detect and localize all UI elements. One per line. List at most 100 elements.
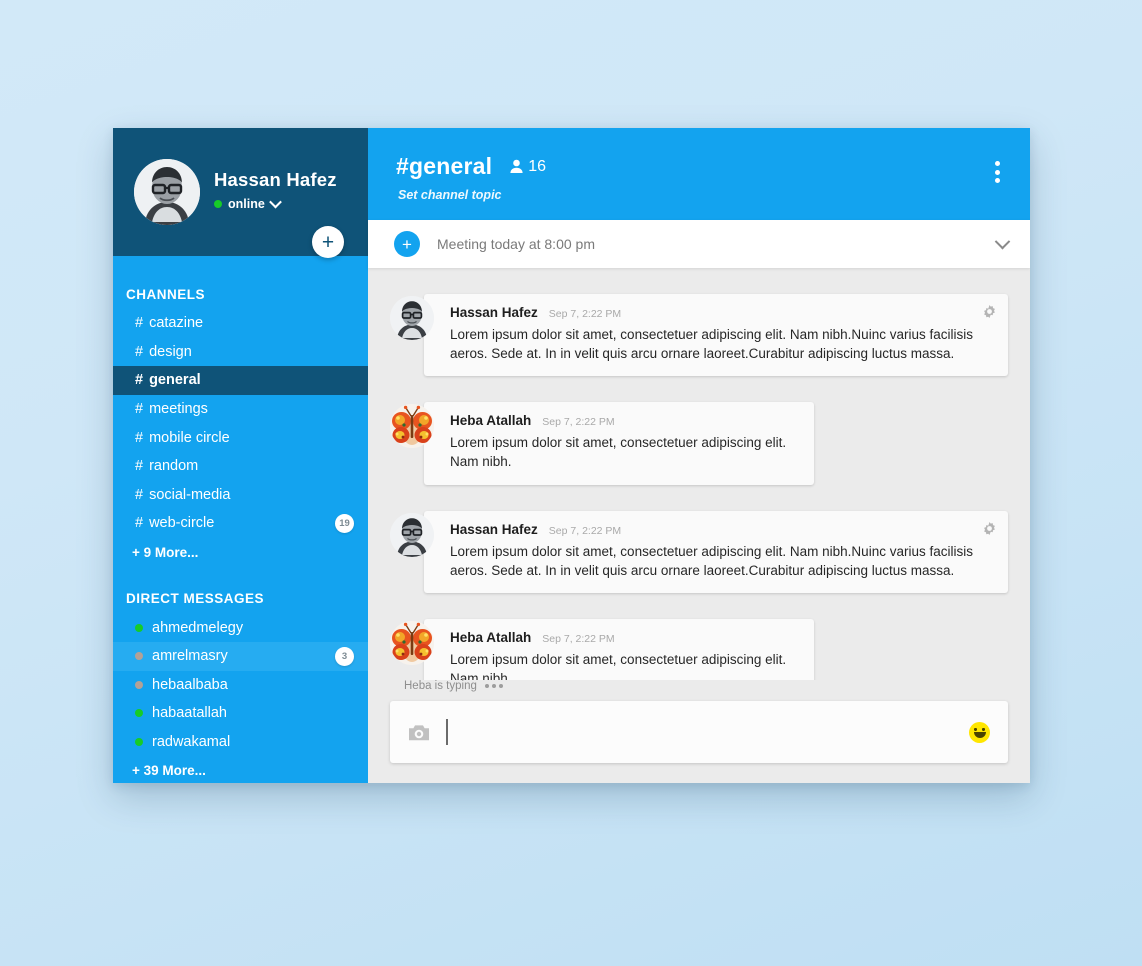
message-author: Heba Atallah <box>450 629 532 645</box>
message-author: Hassan Hafez <box>450 521 538 537</box>
message-header: Hassan Hafez Sep 7, 2:22 PM <box>450 305 992 320</box>
message-author: Hassan Hafez <box>450 305 538 320</box>
sidebar-item-label: random <box>149 458 199 475</box>
sidebar-item-meetings[interactable]: # meetings <box>113 395 368 424</box>
chevron-down-icon[interactable] <box>994 233 1011 249</box>
avatar <box>134 159 200 225</box>
presence-dot-icon <box>135 738 143 747</box>
avatar <box>390 512 434 557</box>
menu-dot <box>994 169 1000 175</box>
hash-icon: # <box>135 429 144 446</box>
hash-icon: # <box>135 315 144 332</box>
profile-text: Hassan Hafez online <box>214 169 337 214</box>
chevron-down-icon[interactable] <box>268 195 282 209</box>
message-bubble[interactable]: Hassan Hafez Sep 7, 2:22 PM Lorem ipsum do… <box>424 294 1008 377</box>
profile-status[interactable]: online <box>214 195 337 211</box>
presence-dot-icon <box>135 623 143 632</box>
message-timestamp: Sep 7, 2:22 PM <box>548 308 622 320</box>
message-bubble[interactable]: Heba Atallah Sep 7, 2:22 PM Lorem ipsum do… <box>424 402 814 485</box>
message-bubble[interactable]: Hassan Hafez Sep 7, 2:22 PM Lorem ipsum do… <box>424 510 1008 593</box>
profile-name: Hassan Hafez <box>214 169 337 191</box>
sidebar-item-radwakamal[interactable]: radwakamal <box>113 728 368 757</box>
message-header: Heba Atallah Sep 7, 2:22 PM <box>450 413 798 428</box>
message-item: Hassan Hafez Sep 7, 2:22 PM Lorem ipsum do… <box>390 510 1008 593</box>
message-timestamp: Sep 7, 2:22 PM <box>542 632 615 645</box>
more-vertical-icon[interactable] <box>986 159 1008 185</box>
member-count: 16 <box>528 157 547 175</box>
message-text: Lorem ipsum dolor sit amet, consectetuer… <box>450 543 973 578</box>
status-label: online <box>228 196 265 211</box>
message-item: Heba Atallah Sep 7, 2:22 PM Lorem ipsum do… <box>390 618 1008 680</box>
channel-header: #general 16 Set channel topic <box>368 128 1030 220</box>
unread-badge: 19 <box>335 513 354 533</box>
sidebar-item-label: design <box>149 343 192 360</box>
gear-icon[interactable] <box>983 521 996 535</box>
hash-icon: # <box>135 515 144 532</box>
sidebar-item-random[interactable]: # random <box>113 452 368 481</box>
presence-dot-icon <box>135 652 143 661</box>
sidebar-item-label: general <box>149 372 201 389</box>
channel-title-row: #general 16 <box>396 153 1010 180</box>
message-header: Hassan Hafez Sep 7, 2:22 PM <box>450 522 992 537</box>
sidebar-item-label: radwakamal <box>152 734 231 751</box>
message-text: Lorem ipsum dolor sit amet, consectetuer… <box>450 435 787 470</box>
menu-dot <box>994 161 1000 166</box>
gear-icon[interactable] <box>983 305 996 318</box>
sidebar-item-label: mobile circle <box>149 429 230 446</box>
main-panel: #general 16 Set channel topic + Meeting … <box>368 128 1030 783</box>
presence-dot-icon <box>135 680 143 689</box>
avatar <box>390 620 434 665</box>
typing-text: Heba is typing <box>404 680 477 692</box>
avatar <box>390 404 434 449</box>
message-author: Heba Atallah <box>450 413 532 429</box>
camera-icon[interactable] <box>408 723 430 742</box>
pinned-message-bar: + Meeting today at 8:00 pm <box>368 220 1030 268</box>
message-text: Lorem ipsum dolor sit amet, consectetuer… <box>450 651 787 680</box>
typing-dots-icon <box>484 684 503 688</box>
smiley-face-icon[interactable] <box>969 721 990 743</box>
sidebar-item-label: hebaalbaba <box>152 676 228 693</box>
presence-dot-icon <box>135 709 143 718</box>
unread-badge: 3 <box>335 646 354 666</box>
sidebar-item-social-media[interactable]: # social-media <box>113 481 368 510</box>
message-text: Lorem ipsum dolor sit amet, consectetuer… <box>450 327 973 362</box>
page-title: #general <box>396 153 493 179</box>
sidebar-item-catazine[interactable]: # catazine <box>113 309 368 338</box>
sidebar-item-ahmedmelegy[interactable]: ahmedmelegy <box>113 613 368 642</box>
hash-icon: # <box>135 343 144 360</box>
text-caret <box>446 719 448 745</box>
pinned-message-text: Meeting today at 8:00 pm <box>437 236 595 252</box>
add-button[interactable]: + <box>312 226 344 258</box>
sidebar-item-label: habaatallah <box>152 705 227 722</box>
sidebar-item-habaatallah[interactable]: habaatallah <box>113 699 368 728</box>
message-bubble[interactable]: Heba Atallah Sep 7, 2:22 PM Lorem ipsum do… <box>424 618 814 680</box>
message-input[interactable] <box>446 719 969 745</box>
dms-more-link[interactable]: + 39 More... <box>113 756 368 783</box>
person-icon <box>510 159 523 173</box>
direct-messages-list: ahmedmelegy amrelmasry 3 hebaalbaba habaatal… <box>113 613 368 756</box>
sidebar-item-mobile-circle[interactable]: # mobile circle <box>113 423 368 452</box>
sidebar-item-web-circle[interactable]: # web-circle 19 <box>113 509 368 538</box>
chat-app-window: Hassan Hafez online + CHANNELS # catazine… <box>113 128 1030 783</box>
message-list[interactable]: Hassan Hafez Sep 7, 2:22 PM Lorem ipsum do… <box>368 268 1030 680</box>
avatar <box>390 296 434 340</box>
channels-list: # catazine # design # general # meetings # mobile… <box>113 309 368 538</box>
message-composer[interactable] <box>390 701 1008 763</box>
message-header: Heba Atallah Sep 7, 2:22 PM <box>450 630 798 645</box>
sidebar-item-label: web-circle <box>149 515 215 532</box>
channel-topic[interactable]: Set channel topic <box>398 188 1010 202</box>
sidebar-item-design[interactable]: # design <box>113 338 368 367</box>
sidebar-item-amrelmasry[interactable]: amrelmasry 3 <box>113 641 368 671</box>
typing-indicator: Heba is typing <box>390 680 1008 692</box>
composer-area: Heba is typing <box>368 680 1030 783</box>
channels-more-link[interactable]: + 9 More... <box>113 538 368 567</box>
sidebar-item-general[interactable]: # general <box>113 366 368 395</box>
sidebar-item-hebaalbaba[interactable]: hebaalbaba <box>113 671 368 700</box>
message-item: Hassan Hafez Sep 7, 2:22 PM Lorem ipsum do… <box>390 294 1008 377</box>
pinned-add-button[interactable]: + <box>394 231 420 257</box>
sidebar-item-label: social-media <box>149 486 231 503</box>
hash-icon: # <box>135 401 144 418</box>
hash-icon: # <box>135 486 144 503</box>
member-count-chip[interactable]: 16 <box>508 158 546 176</box>
sidebar-item-label: meetings <box>149 401 208 418</box>
